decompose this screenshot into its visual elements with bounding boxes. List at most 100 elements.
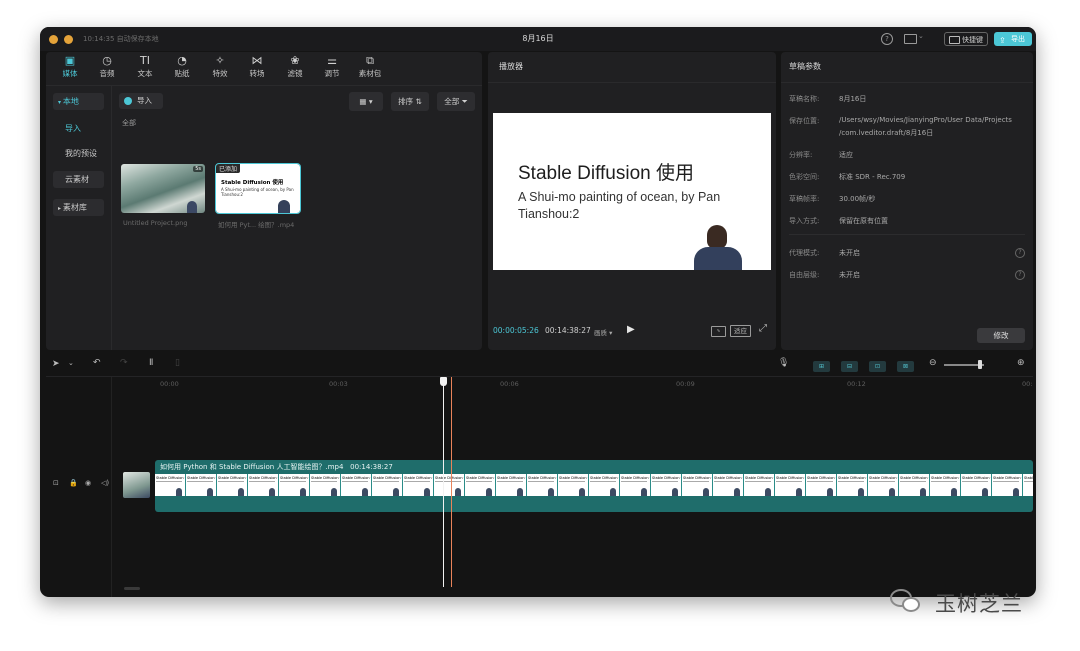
current-time: 00:00:05:26 [493,326,539,335]
frame-presenter [300,488,306,496]
undo-icon[interactable]: ↶ [93,358,101,368]
preview-axis-button[interactable]: ⊡ [869,361,886,372]
frame-subtitle-line [931,481,957,482]
view-mode-button[interactable]: ▦ ▾ [349,92,383,111]
media-item-video[interactable]: 已添加 Stable Diffusion 使用 A Shui-mo painti… [215,163,301,214]
layout-icon[interactable] [904,34,917,44]
frame-subtitle-line [714,481,740,482]
main-track-button[interactable]: ⊠ [897,361,914,372]
delete-icon[interactable]: ▯ [175,358,180,368]
fit-button[interactable]: 适应 [730,325,751,337]
eye-icon[interactable]: ◉ [85,479,91,487]
time-tick: 00:03 [329,380,348,388]
frame-subtitle-line [838,481,864,482]
filmstrip-frame: Stable Diffusion 使用 [713,474,744,496]
media-item-badge: 5s [193,166,203,172]
zoom-in-icon[interactable]: ⊕ [1017,358,1025,368]
sidebar-item-import[interactable]: 导入 [53,120,104,137]
sidebar-item-library[interactable]: ▸ 素材库 [53,199,104,216]
frame-subtitle-line [466,481,492,482]
tab-transition[interactable]: ⋈ 转场 [241,54,273,79]
tab-sticker[interactable]: ◔ 贴纸 [166,54,198,79]
auto-snap-button[interactable]: ⊞ [813,361,830,372]
filmstrip-frame: Stable Diffusion 使用 [775,474,806,496]
track-cover-icon[interactable]: ⊡ [53,479,59,487]
track-cover-thumbnail[interactable] [123,472,150,498]
preview-canvas[interactable]: Stable Diffusion 使用 A Shui-mo painting o… [493,113,771,270]
media-sidebar: ▾ 本地 导入 我的预设 云素材 ▸ 素材库 [46,86,112,350]
frame-presenter [393,488,399,496]
sidebar-item-cloud[interactable]: 云素材 [53,171,104,188]
tab-effects[interactable]: ✧ 特效 [204,54,236,79]
zoom-out-icon[interactable]: ⊖ [929,358,937,368]
import-button[interactable]: 导入 [119,93,163,109]
frame-subtitle-line [776,481,802,482]
param-resolution: 分辨率: 适应 [789,151,853,159]
fullscreen-icon[interactable]: ⤢ [759,323,767,334]
tab-audio[interactable]: ◷ 音频 [91,54,123,79]
player-panel: 播放器 Stable Diffusion 使用 A Shui-mo painti… [488,52,776,350]
tab-adjust[interactable]: ⚌ 调节 [316,54,348,79]
frame-presenter [424,488,430,496]
filter-button[interactable]: 全部 ⏷ [437,92,475,111]
filmstrip-frame: Stable Diffusion 使用 [465,474,496,496]
redo-icon[interactable]: ↷ [120,358,128,368]
export-button[interactable]: ⇪ 导出 [994,32,1032,46]
frame-subtitle-line [342,481,368,482]
proxy-help-icon[interactable]: ? [1015,248,1025,258]
frame-subtitle-line [373,481,399,482]
shortcut-label: 快捷键 [962,36,983,44]
tab-text[interactable]: TI 文本 [129,54,161,79]
filmstrip-frame: Stable Diffusion 使用 [620,474,651,496]
tab-filter[interactable]: ❀ 滤镜 [279,54,311,79]
shortcut-button[interactable]: 快捷键 [944,32,988,46]
link-button[interactable]: ⊟ [841,361,858,372]
param-free-layer: 自由层级: 未开启 [789,271,860,279]
filmstrip-frame: Stable Diffusion 使用 [589,474,620,496]
tab-media[interactable]: ▣ 媒体 [54,54,86,79]
lock-icon[interactable]: 🔒 [69,479,78,487]
microphone-icon[interactable]: 🎙 [778,358,789,368]
filmstrip-frame: Stable Diffusion 使用 [217,474,248,496]
thumb-title: Stable Diffusion 使用 [221,180,284,186]
frame-presenter [548,488,554,496]
sidebar-item-presets[interactable]: 我的预设 [53,145,104,162]
frame-presenter [796,488,802,496]
import-icon [124,97,132,105]
playhead[interactable] [443,377,445,587]
media-item-image[interactable]: 5s [121,164,205,213]
waveform-icon[interactable]: ∿ [711,326,726,337]
media-panel: ▣ 媒体 ◷ 音频 TI 文本 ◔ 贴纸 ✧ 特效 ⋈ 转场 ❀ 滤镜 ⚌ 调节 ⧉ 素材包 ▾ … [46,52,482,350]
select-tool-icon[interactable]: ➤ [52,359,60,369]
time-tick: 00:12 [847,380,866,388]
tab-material-pack[interactable]: ⧉ 素材包 [354,54,386,79]
frame-presenter [176,488,182,496]
sidebar-item-local[interactable]: ▾ 本地 [53,93,104,110]
sort-icon: ⇅ [415,97,422,106]
filmstrip-frame: Stable Diffusion 使用 [930,474,961,496]
added-badge: 已添加 [216,164,241,173]
clip-filmstrip: Stable Diffusion 使用Stable Diffusion 使用St… [155,474,1033,496]
layer-help-icon[interactable]: ? [1015,270,1025,280]
playhead-marker [451,377,453,587]
playhead-handle[interactable] [440,377,448,386]
time-tick: 00:00 [160,380,179,388]
filmstrip-frame: Stable Diffusion 使用 [527,474,558,496]
sort-button[interactable]: 排序 ⇅ [391,92,429,111]
help-icon[interactable]: ? [881,33,893,45]
video-clip[interactable]: 如何用 Python 和 Stable Diffusion 人工智能绘图？.mp… [155,460,1033,512]
layout-chevron-icon[interactable]: ⌄ [918,32,924,40]
play-button[interactable]: ▶ [627,324,635,335]
presenter-figure [278,200,290,213]
filmstrip-frame: Stable Diffusion 使用 [837,474,868,496]
zoom-slider-handle[interactable] [978,360,982,369]
quality-select[interactable]: 画质 ▾ [594,327,612,337]
timeline-scrollbar[interactable] [124,587,140,590]
split-icon[interactable]: Ⅱ [149,358,153,368]
frame-subtitle-line [993,481,1019,482]
audio-mute-icon[interactable]: ◁) [101,479,109,487]
modify-button[interactable]: 修改 [977,328,1025,343]
select-tool-chevron-icon[interactable]: ⌄ [68,359,74,367]
filmstrip-frame: Stable Diffusion 使用 [899,474,930,496]
thumb-subtitle: A Shui-mo painting of ocean, by Pan Tian… [221,187,294,197]
